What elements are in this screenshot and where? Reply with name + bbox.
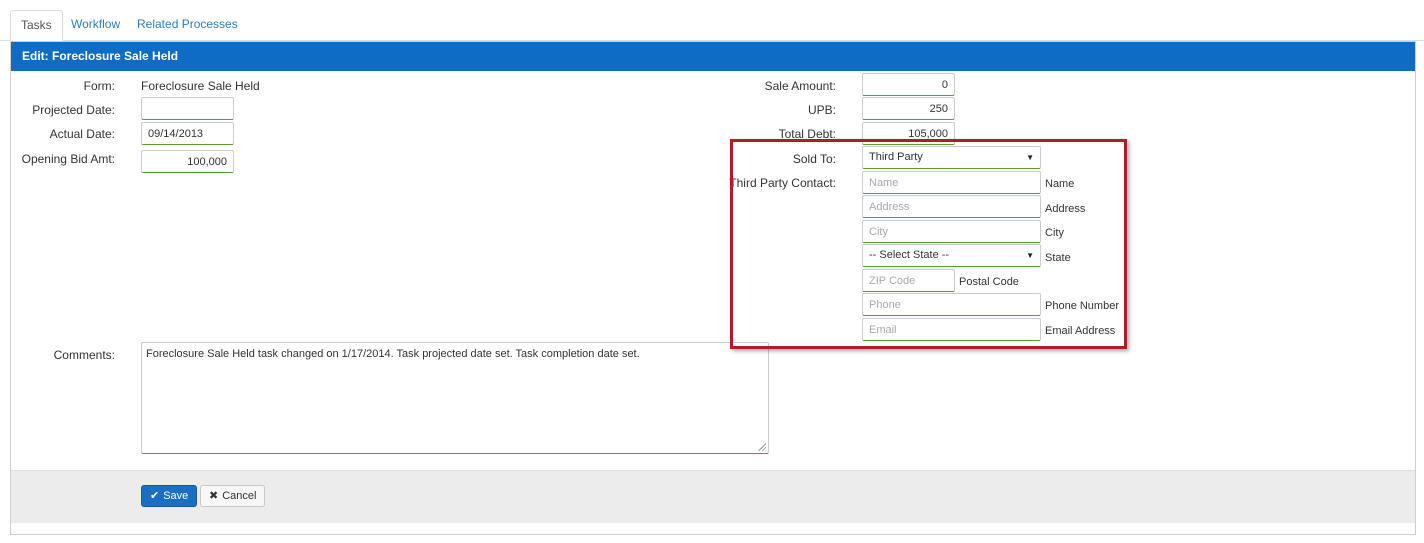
tab-tasks[interactable]: Tasks	[10, 10, 63, 41]
actual-date-input[interactable]	[141, 122, 234, 145]
form-value: Foreclosure Sale Held	[141, 79, 260, 93]
sale-amount-label: Sale Amount:	[764, 79, 836, 93]
highlight-box	[730, 139, 1127, 349]
upb-input[interactable]	[862, 97, 955, 120]
panel-title: Edit: Foreclosure Sale Held	[11, 42, 1415, 71]
opening-bid-input[interactable]	[141, 150, 234, 173]
save-button[interactable]: ✔ Save	[141, 485, 197, 507]
form-label: Form:	[83, 79, 115, 93]
opening-bid-label: Opening Bid Amt:	[21, 152, 115, 166]
tab-workflow[interactable]: Workflow	[61, 10, 130, 41]
resize-handle-icon[interactable]	[758, 443, 766, 451]
cancel-button[interactable]: ✖ Cancel	[200, 485, 265, 507]
comments-textarea[interactable]: Foreclosure Sale Held task changed on 1/…	[141, 342, 769, 454]
sale-amount-input[interactable]	[862, 73, 955, 96]
actual-date-label: Actual Date:	[49, 127, 115, 141]
tab-bar: Tasks Workflow Related Processes	[0, 0, 1424, 41]
projected-date-label: Projected Date:	[32, 103, 115, 117]
projected-date-input[interactable]	[141, 97, 234, 120]
save-button-label: Save	[163, 490, 189, 502]
edit-panel: Edit: Foreclosure Sale Held Form: Forecl…	[10, 41, 1416, 535]
x-icon: ✖	[209, 490, 219, 502]
comments-text: Foreclosure Sale Held task changed on 1/…	[146, 348, 640, 360]
tab-related-processes[interactable]: Related Processes	[127, 10, 248, 41]
comments-label: Comments:	[53, 348, 115, 362]
check-icon: ✔	[150, 490, 160, 502]
upb-label: UPB:	[807, 103, 836, 117]
cancel-button-label: Cancel	[222, 490, 257, 502]
